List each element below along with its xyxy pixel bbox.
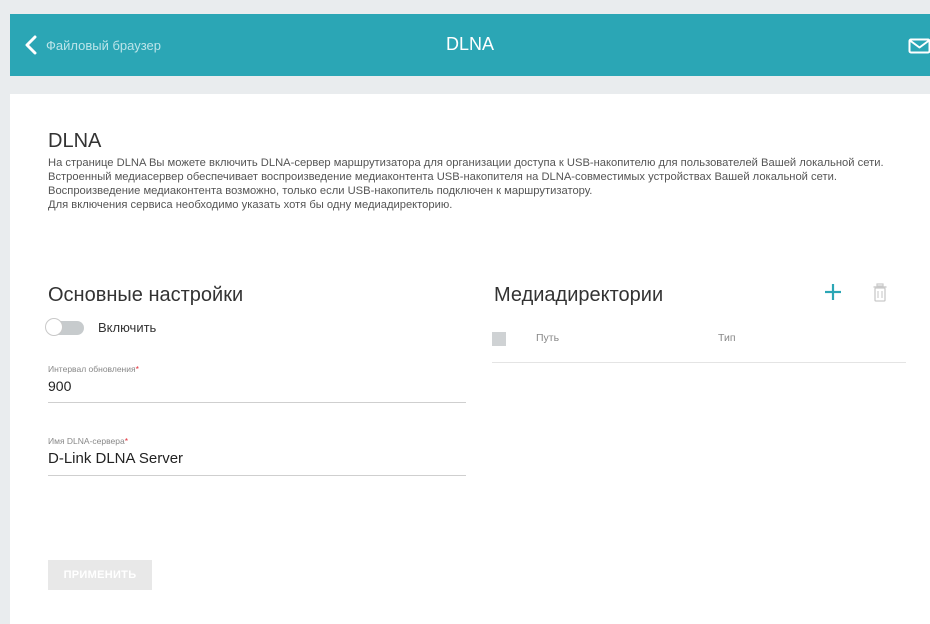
server-name-label: Имя DLNA-сервера* (48, 436, 129, 446)
required-mark: * (124, 436, 129, 446)
enable-toggle[interactable] (45, 317, 84, 336)
settings-heading: Основные настройки (48, 284, 244, 306)
column-path: Путь (536, 332, 560, 344)
description-paragraph: Для включения сервиса необходимо указать… (48, 199, 453, 211)
server-name-field: Имя DLNA-сервера* (48, 436, 466, 476)
media-dirs-table-header: Путь Тип (492, 328, 906, 363)
column-type: Тип (718, 332, 736, 344)
description-paragraph: На странице DLNA Вы можете включить DLNA… (48, 157, 884, 169)
plus-icon[interactable] (822, 281, 844, 303)
select-all-checkbox[interactable] (492, 332, 506, 346)
required-mark: * (135, 364, 139, 374)
apply-button[interactable]: ПРИМЕНИТЬ (48, 560, 152, 590)
page-title: DLNA (445, 34, 494, 54)
trash-icon[interactable] (872, 283, 888, 303)
header-bar: Файловый браузер DLNA (10, 14, 930, 76)
refresh-interval-input[interactable] (48, 374, 466, 403)
server-name-input[interactable] (48, 446, 466, 476)
mail-icon[interactable] (908, 38, 930, 54)
content-card: DLNA На странице DLNA Вы можете включить… (10, 94, 930, 624)
media-dirs-heading: Медиадиректории (494, 284, 664, 306)
app-frame: Файловый браузер DLNA DLNA На странице D… (0, 0, 930, 624)
section-title: DLNA (48, 130, 102, 152)
description-paragraph: Встроенный медиасервер обеспечивает восп… (48, 171, 837, 197)
enable-label: Включить (98, 320, 157, 335)
refresh-interval-field: Интервал обновления* (48, 364, 466, 403)
toggle-knob (45, 317, 63, 336)
enable-row: Включить (45, 317, 157, 336)
refresh-interval-label: Интервал обновления* (48, 364, 139, 374)
page-description: На странице DLNA Вы можете включить DLNA… (48, 156, 918, 212)
